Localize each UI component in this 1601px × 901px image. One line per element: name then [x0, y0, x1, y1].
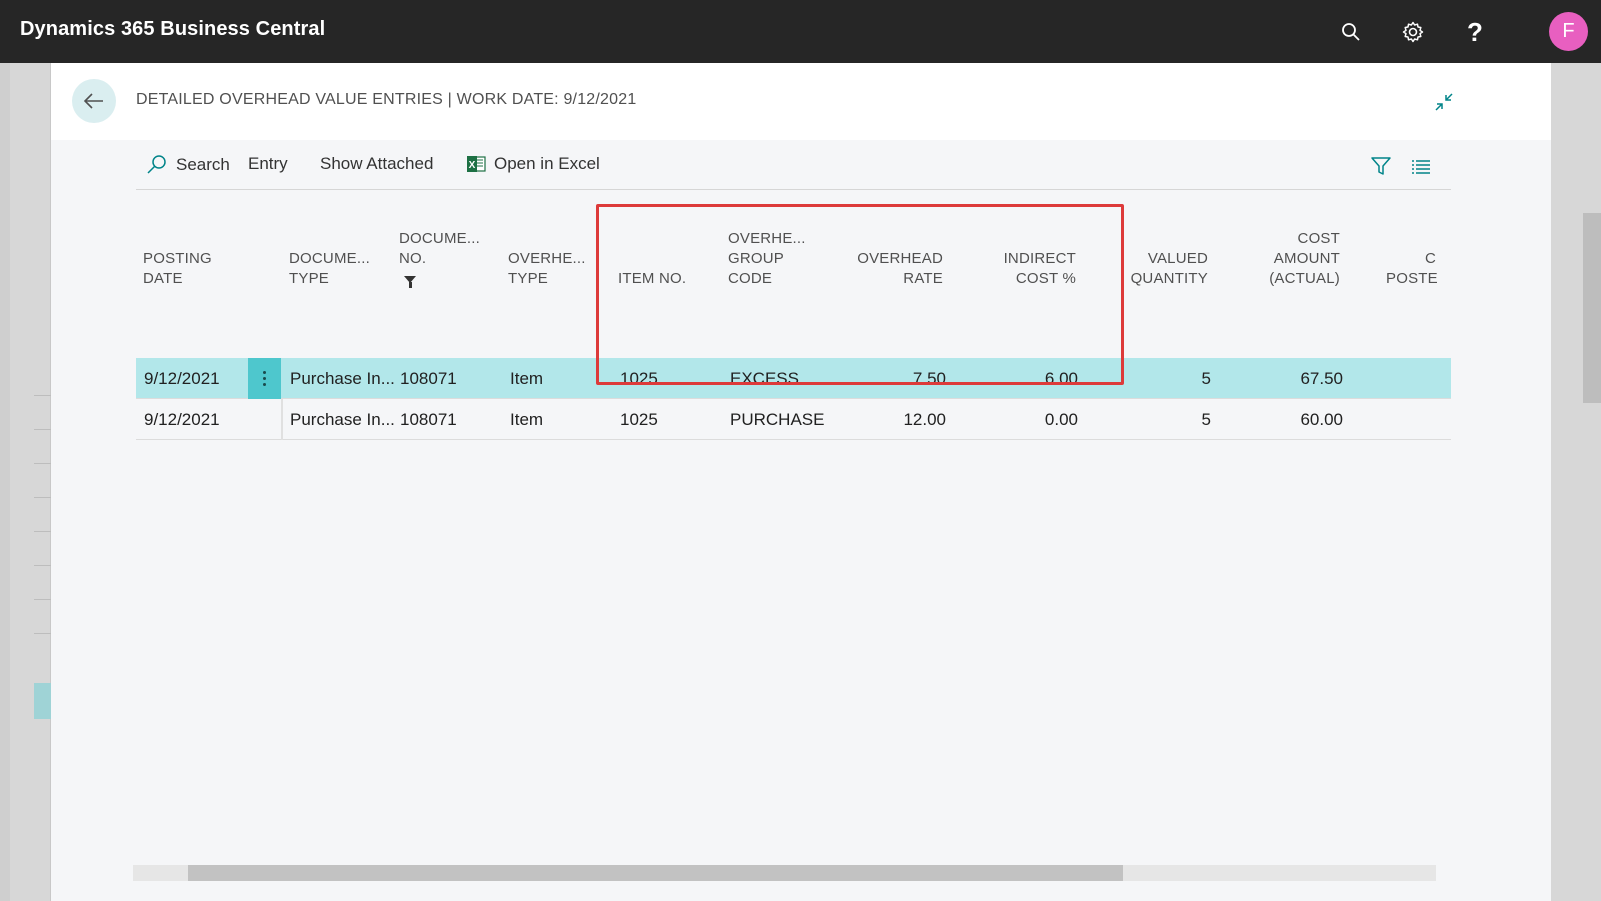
open-in-excel-label: Open in Excel — [494, 154, 600, 173]
background-strip — [0, 63, 10, 901]
svg-text:X: X — [469, 160, 476, 171]
table-row[interactable]: 9/12/2021 Purchase In... 108071 Item 102… — [136, 399, 1451, 440]
cell-cost-amount-actual[interactable]: 60.00 — [1243, 399, 1343, 440]
column-header-cost-amount-actual[interactable]: COST AMOUNT (ACTUAL) — [1231, 203, 1340, 303]
search-icon[interactable] — [1333, 14, 1369, 50]
cell-overhead-type[interactable]: Item — [510, 399, 543, 440]
background-page-right — [1551, 63, 1601, 901]
show-attached-label: Show Attached — [320, 154, 434, 173]
cell-overhead-type[interactable]: Item — [510, 358, 543, 399]
avatar[interactable]: F — [1549, 12, 1588, 51]
cell-posting-date[interactable]: 9/12/2021 — [144, 358, 220, 399]
cell-cost-amount-actual[interactable]: 67.50 — [1243, 358, 1343, 399]
search-label: Search — [176, 155, 230, 174]
cell-overhead-rate[interactable]: 7.50 — [846, 358, 946, 399]
background-selected-row — [34, 683, 51, 719]
cell-overhead-rate[interactable]: 12.00 — [846, 399, 946, 440]
entry-label: Entry — [248, 154, 288, 173]
cell-indirect-cost-pct[interactable]: 0.00 — [978, 399, 1078, 440]
column-header-cost-posted[interactable]: C POSTE — [1386, 203, 1438, 303]
cell-item-no[interactable]: 1025 — [620, 399, 658, 440]
cell-posting-date[interactable]: 9/12/2021 — [144, 399, 220, 440]
search-button[interactable]: Search — [146, 154, 230, 176]
cell-indirect-cost-pct[interactable]: 6.00 — [978, 358, 1078, 399]
row-actions-button[interactable] — [248, 358, 281, 399]
page-title: DETAILED OVERHEAD VALUE ENTRIES | WORK D… — [136, 91, 637, 108]
search-icon — [147, 155, 166, 174]
cell-document-type[interactable]: Purchase In... — [290, 358, 395, 399]
background-divider — [34, 633, 51, 634]
column-header-indirect-cost-pct[interactable]: INDIRECT COST % — [966, 203, 1076, 303]
gear-icon[interactable] — [1395, 14, 1431, 50]
entry-menu[interactable]: Entry — [248, 154, 288, 174]
background-divider — [34, 395, 51, 396]
cell-document-no[interactable]: 108071 — [400, 358, 457, 399]
cell-valued-quantity[interactable]: 5 — [1111, 399, 1211, 440]
collapse-icon[interactable] — [1431, 89, 1457, 115]
action-bar: Search Entry Show Attached X Open in Exc… — [136, 140, 1451, 190]
show-attached-button[interactable]: Show Attached — [320, 154, 433, 174]
app-title[interactable]: Dynamics 365 Business Central — [20, 18, 325, 41]
column-header-valued-quantity[interactable]: VALUED QUANTITY — [1106, 203, 1208, 303]
filter-applied-icon — [404, 275, 416, 288]
column-header-overhead-type[interactable]: OVERHE... TYPE — [508, 203, 603, 303]
cell-item-no[interactable]: 1025 — [620, 358, 658, 399]
background-divider — [34, 599, 51, 600]
entries-dialog: DETAILED OVERHEAD VALUE ENTRIES | WORK D… — [51, 63, 1551, 901]
back-arrow-icon — [83, 93, 103, 109]
more-vertical-icon — [263, 371, 266, 386]
background-divider — [34, 531, 51, 532]
column-header-document-no[interactable]: DOCUME... NO. — [399, 203, 504, 303]
cell-valued-quantity[interactable]: 5 — [1111, 358, 1211, 399]
list-view-icon[interactable] — [1408, 153, 1434, 179]
background-divider — [34, 497, 51, 498]
open-in-excel-button[interactable]: X Open in Excel — [466, 154, 600, 174]
scrollbar-thumb[interactable] — [188, 865, 1123, 881]
cell-overhead-group-code[interactable]: PURCHASE — [730, 399, 824, 440]
help-icon[interactable]: ? — [1457, 14, 1493, 50]
excel-icon: X — [467, 156, 486, 172]
column-header-item-no[interactable]: ITEM NO. — [618, 203, 713, 303]
app-bar: Dynamics 365 Business Central ? F — [0, 0, 1601, 63]
cell-overhead-group-code[interactable]: EXCESS — [730, 358, 799, 399]
column-header-document-type[interactable]: DOCUME... TYPE — [289, 203, 394, 303]
help-glyph: ? — [1467, 17, 1483, 47]
background-divider — [34, 463, 51, 464]
column-header-overhead-rate[interactable]: OVERHEAD RATE — [836, 203, 943, 303]
filter-icon[interactable] — [1368, 153, 1394, 179]
back-button[interactable] — [72, 79, 116, 123]
entries-grid: POSTING DATE DOCUME... TYPE DOCUME... NO… — [136, 203, 1451, 443]
column-header-posting-date[interactable]: POSTING DATE — [143, 203, 253, 303]
dialog-header: DETAILED OVERHEAD VALUE ENTRIES | WORK D… — [51, 63, 1551, 140]
background-scrollbar[interactable] — [1583, 213, 1601, 403]
cell-document-no[interactable]: 108071 — [400, 399, 457, 440]
column-header-overhead-group-code[interactable]: OVERHE... GROUP CODE — [728, 203, 838, 303]
row-divider — [281, 399, 283, 440]
table-row[interactable]: 9/12/2021 Purchase In... 108071 Item 102… — [136, 358, 1451, 399]
horizontal-scrollbar[interactable] — [133, 865, 1436, 881]
cell-document-type[interactable]: Purchase In... — [290, 399, 395, 440]
background-divider — [34, 565, 51, 566]
background-divider — [34, 429, 51, 430]
